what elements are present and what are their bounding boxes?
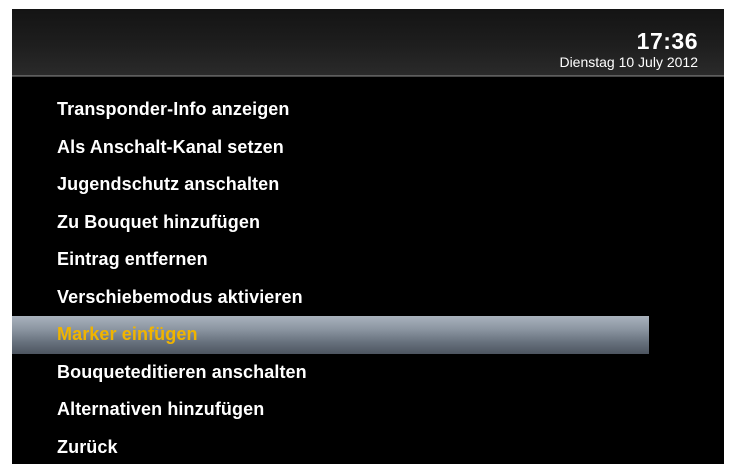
menu-item-label: Als Anschalt-Kanal setzen	[57, 136, 284, 157]
menu-item-back[interactable]: Zurück	[12, 429, 649, 465]
menu-item-bouquet-edit[interactable]: Bouqueteditieren anschalten	[12, 354, 649, 392]
menu-item-insert-marker[interactable]: Marker einfügen	[12, 316, 649, 354]
menu-item-label: Bouqueteditieren anschalten	[57, 361, 307, 382]
menu-item-label: Marker einfügen	[57, 324, 198, 345]
menu-item-move-mode[interactable]: Verschiebemodus aktivieren	[12, 279, 649, 317]
clock-date: Dienstag 10 July 2012	[559, 54, 698, 70]
menu-item-label: Zurück	[57, 436, 118, 457]
menu-item-label: Eintrag entfernen	[57, 249, 208, 270]
menu-item-remove-entry[interactable]: Eintrag entfernen	[12, 241, 649, 279]
menu-item-transponder-info[interactable]: Transponder-Info anzeigen	[12, 91, 649, 129]
header-divider	[12, 75, 724, 77]
menu-item-label: Transponder-Info anzeigen	[57, 99, 290, 120]
menu-item-label: Alternativen hinzufügen	[57, 399, 265, 420]
menu-item-add-to-bouquet[interactable]: Zu Bouquet hinzufügen	[12, 204, 649, 242]
menu-item-label: Verschiebemodus aktivieren	[57, 286, 303, 307]
tv-screen: 17:36 Dienstag 10 July 2012 Transponder-…	[12, 9, 724, 464]
menu-item-parental-control[interactable]: Jugendschutz anschalten	[12, 166, 649, 204]
menu-item-add-alternatives[interactable]: Alternativen hinzufügen	[12, 391, 649, 429]
menu-item-label: Jugendschutz anschalten	[57, 174, 280, 195]
context-menu: Transponder-Info anzeigen Als Anschalt-K…	[12, 91, 724, 464]
header-bar: 17:36 Dienstag 10 July 2012	[12, 9, 724, 75]
menu-item-label: Zu Bouquet hinzufügen	[57, 211, 261, 232]
menu-item-set-startup-channel[interactable]: Als Anschalt-Kanal setzen	[12, 129, 649, 167]
clock-time: 17:36	[636, 28, 698, 54]
